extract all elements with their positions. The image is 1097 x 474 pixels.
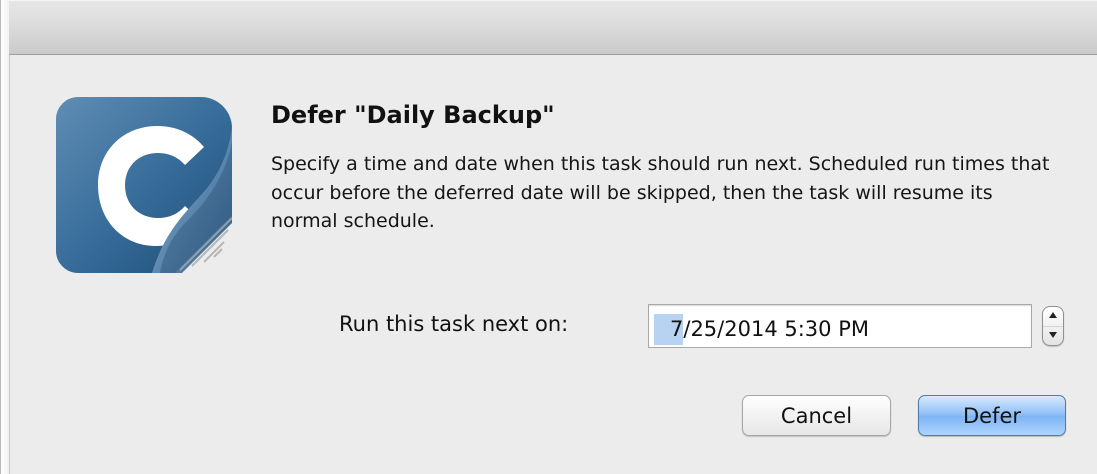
run-date-label: Run this task next on: (339, 312, 569, 336)
dialog-message: Specify a time and date when this task s… (271, 153, 1050, 232)
dialog-heading: Defer "Daily Backup" (271, 101, 555, 129)
stepper-up-button[interactable] (1043, 307, 1063, 327)
run-date-field[interactable]: 7/25/2014 5:30 PM (648, 304, 1032, 348)
window-left-edge (1, 0, 10, 474)
cancel-button[interactable]: Cancel (742, 395, 891, 436)
stepper-down-arrow-icon (1049, 332, 1057, 338)
stepper-down-button[interactable] (1043, 326, 1063, 345)
date-field-text[interactable]: 7/25/2014 5:30 PM (654, 314, 869, 345)
defer-dialog-window: Defer "Daily Backup" Specify a time and … (0, 0, 1097, 474)
date-stepper[interactable] (1042, 306, 1064, 346)
carbon-copy-cloner-icon (56, 97, 232, 273)
date-time-segments[interactable]: /25/2014 5:30 PM (683, 317, 869, 341)
defer-button[interactable]: Defer (918, 395, 1066, 436)
month-segment[interactable]: 7 (654, 314, 684, 345)
stepper-up-arrow-icon (1049, 312, 1057, 318)
dialog-titlebar (9, 0, 1097, 55)
